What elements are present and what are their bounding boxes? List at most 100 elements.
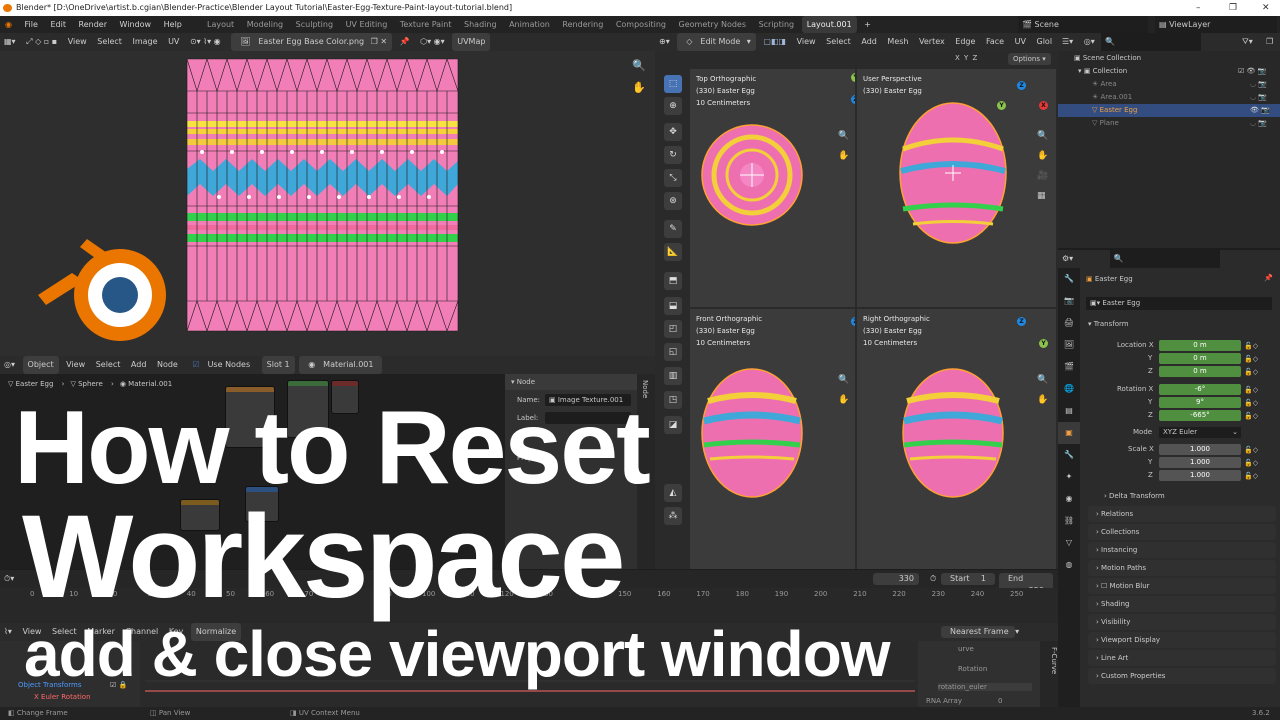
shader-menu-select[interactable]: Select (92, 356, 125, 374)
tab-uv-editing[interactable]: UV Editing (341, 16, 393, 33)
vp-menu-add[interactable]: Add (857, 33, 881, 51)
outliner-type-icon[interactable]: ☰▾ (1058, 33, 1077, 51)
section-delta-transform[interactable]: › Delta Transform (1096, 488, 1272, 504)
properties-type-icon[interactable]: ⚙▾ (1058, 250, 1077, 268)
menu-edit[interactable]: Edit (45, 16, 71, 33)
zoom-icon-top[interactable]: 🔍 (838, 131, 849, 141)
uv-menu-select[interactable]: Select (93, 33, 126, 51)
uv-menu-view[interactable]: View (64, 33, 91, 51)
hand-icon-front[interactable]: ✋ (838, 395, 849, 405)
rotation-y-field[interactable]: 9° (1159, 397, 1241, 408)
zoom-icon-persp[interactable]: 🔍 (1037, 131, 1048, 141)
fcurve-tab[interactable]: F-Curve (1040, 641, 1058, 707)
uv-menu-uv[interactable]: UV (164, 33, 183, 51)
tool-inset[interactable]: ◰ (664, 320, 682, 338)
end-frame-field[interactable]: End250 (999, 573, 1053, 588)
view-layer-tab-icon[interactable]: 🖼 (1058, 334, 1080, 356)
menu-window[interactable]: Window (115, 16, 157, 33)
tool-select-box[interactable]: ⬚ (664, 75, 682, 93)
uvmap-selector[interactable]: UVMap (452, 33, 491, 51)
gizmo-y-right[interactable]: Y (1039, 339, 1048, 348)
new-collection-icon[interactable]: ❐ (1262, 33, 1277, 51)
vp-menu-uv[interactable]: UV (1011, 33, 1030, 51)
outliner-collection[interactable]: ▾ ▣ Collection ☑ 👁 📷 (1058, 65, 1280, 78)
zoom-icon-front[interactable]: 🔍 (838, 375, 849, 385)
collection-toggles[interactable]: ☑ 👁 📷 (1238, 65, 1266, 78)
gizmo-z-right[interactable]: Z (1017, 317, 1026, 326)
pan-hand-icon[interactable]: ✋ (632, 81, 646, 94)
viewport-editor-icon[interactable]: ⊕▾ (655, 33, 674, 51)
tab-shading[interactable]: Shading (459, 16, 502, 33)
tab-sculpting[interactable]: Sculpting (291, 16, 338, 33)
shader-menu-node[interactable]: Node (153, 356, 182, 374)
location-x-field[interactable]: 0 m (1159, 340, 1241, 351)
lock-keyframe-icons-rot[interactable]: 🔓◇ 🔓◇ 🔓◇ (1244, 384, 1258, 423)
pin-icon[interactable]: 📌 (396, 33, 414, 51)
use-nodes-checkbox[interactable]: ☑ Use Nodes (184, 356, 258, 374)
tool-tab-icon[interactable]: 🔧 (1058, 268, 1080, 290)
slot-select[interactable]: Slot 1 (261, 356, 295, 374)
editor-type-icon[interactable]: ▦▾ (0, 33, 20, 51)
tab-compositing[interactable]: Compositing (611, 16, 671, 33)
hand-icon-top[interactable]: ✋ (838, 151, 849, 161)
tool-poly-build[interactable]: ◪ (664, 416, 682, 434)
close-button[interactable]: ✕ (1262, 0, 1270, 16)
tool-annotate[interactable]: ✎ (664, 220, 682, 238)
tab-rendering[interactable]: Rendering (557, 16, 608, 33)
physics-tab-icon[interactable]: ◉ (1058, 488, 1080, 510)
mirror-axes[interactable]: X Y Z (955, 54, 977, 62)
vp-menu-mesh[interactable]: Mesh (883, 33, 912, 51)
quad-right-ortho[interactable]: Right Orthographic (330) Easter Egg 10 Cen… (857, 309, 1056, 569)
quad-user-persp[interactable]: User Perspective (330) Easter Egg Y Z X 🔍… (857, 69, 1056, 307)
rotation-z-field[interactable]: -665° (1159, 410, 1241, 421)
plane-toggles[interactable]: ◡ 📷 (1250, 117, 1267, 130)
constraints-tab-icon[interactable]: ⛓ (1058, 510, 1080, 532)
outliner-item-area[interactable]: ☀ Area ◡ 📷 (1058, 78, 1280, 91)
data-tab-icon[interactable]: ▽ (1058, 532, 1080, 554)
outliner-item-area-001[interactable]: ☀ Area.001 ◡ 📷 (1058, 91, 1280, 104)
tool-move[interactable]: ✥ (664, 123, 682, 141)
lock-keyframe-icons-scale[interactable]: 🔓◇ 🔓◇ 🔓◇ (1244, 444, 1258, 483)
current-frame-field[interactable]: 330 (873, 573, 919, 585)
object-tab-icon[interactable]: ▣ (1058, 422, 1080, 444)
shader-editor-type-icon[interactable]: ◎▾ (0, 356, 19, 374)
lock-keyframe-icons[interactable]: 🔓◇ 🔓◇ 🔓◇ (1244, 340, 1258, 379)
rotation-mode-select[interactable]: XYZ Euler ⌄ (1159, 427, 1241, 438)
section-relations[interactable]: › Relations (1088, 506, 1276, 522)
stopwatch-icon[interactable]: ⏱ (926, 570, 940, 588)
menu-file[interactable]: File (20, 16, 43, 33)
gizmo-z-persp[interactable]: Z (1017, 81, 1026, 90)
modifier-tab-icon[interactable]: 🔧 (1058, 444, 1080, 466)
particles-tab-icon[interactable]: ✦ (1058, 466, 1080, 488)
object-name-field[interactable]: ▣▾ Easter Egg (1086, 297, 1272, 310)
section-collections[interactable]: › Collections (1088, 524, 1276, 540)
section-shading[interactable]: › Shading (1088, 596, 1276, 612)
transform-orientation[interactable]: Glol (1033, 33, 1057, 51)
collection-tab-icon[interactable]: ▤ (1058, 400, 1080, 422)
tool-smooth[interactable]: ⁂ (664, 507, 682, 525)
area-001-toggles[interactable]: ◡ 📷 (1250, 91, 1267, 104)
display-mode-icon[interactable]: ◎▾ (1080, 33, 1099, 51)
section-visibility[interactable]: › Visibility (1088, 614, 1276, 630)
scene-selector[interactable]: 🎬 Scene (1018, 16, 1148, 33)
area-toggles[interactable]: ◡ 📷 (1250, 78, 1267, 91)
material-tab-icon[interactable]: ◍ (1058, 554, 1080, 576)
grid-icon[interactable]: ▦ (1037, 191, 1046, 201)
world-tab-icon[interactable]: 🌐 (1058, 378, 1080, 400)
gizmo-y-persp[interactable]: Y (997, 101, 1006, 110)
hand-icon-persp[interactable]: ✋ (1037, 151, 1048, 161)
section-instancing[interactable]: › Instancing (1088, 542, 1276, 558)
quad-front-ortho[interactable]: Front Orthographic (330) Easter Egg 10 Cen… (690, 309, 855, 569)
mirror-x[interactable]: X (955, 54, 960, 62)
tool-bevel[interactable]: ◱ (664, 343, 682, 361)
select-mode-icons[interactable]: ▢◧◨ (759, 33, 790, 51)
viewport-area[interactable]: Options ▾ X Y Z Top Orthographic (330) Ea… (655, 51, 1058, 569)
mode-select[interactable]: ◇ Edit Mode ▾ (677, 33, 756, 51)
overlay-icon[interactable]: ⬡▾ ◉▾ (416, 33, 449, 51)
fcurve-line3[interactable]: rotation_euler (938, 683, 1032, 691)
scale-z-field[interactable]: 1.000 (1159, 470, 1241, 481)
zoom-icon-right[interactable]: 🔍 (1037, 375, 1048, 385)
mirror-z[interactable]: Z (973, 54, 978, 62)
tool-spin[interactable]: ◭ (664, 484, 682, 502)
menu-render[interactable]: Render (74, 16, 112, 33)
